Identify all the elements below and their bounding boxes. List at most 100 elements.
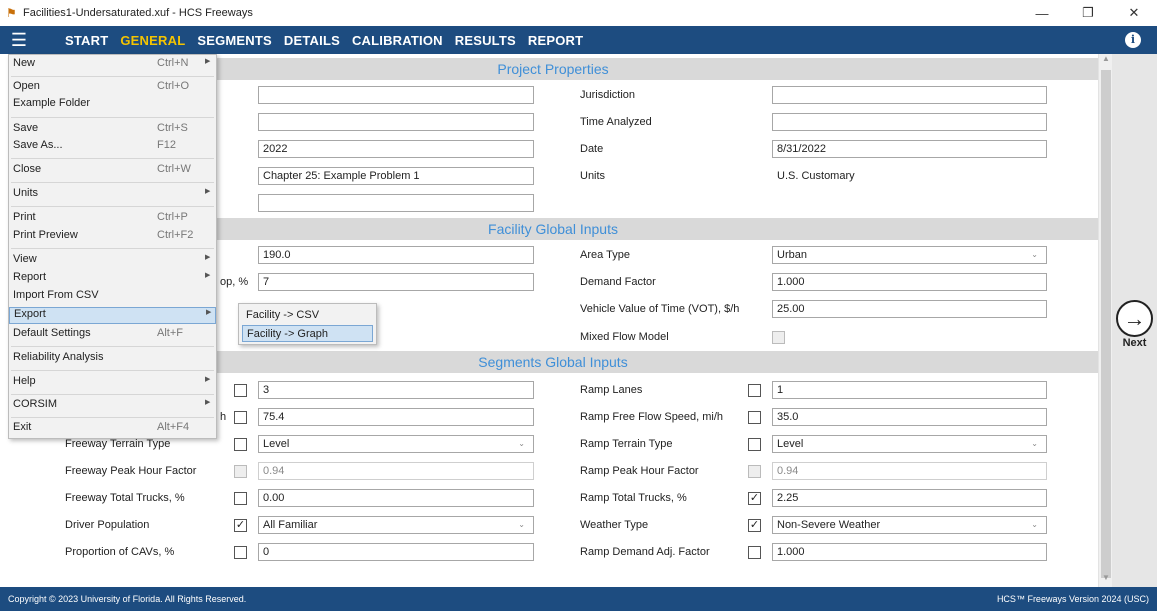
menu-item-save-as[interactable]: Save As... F12 [9,139,216,154]
freeway-phf-field[interactable]: 0.94 [258,462,534,480]
menu-item-corsim[interactable]: CORSIM ▶ [9,398,216,413]
next-label[interactable]: Next [1112,337,1157,349]
menu-item-export[interactable]: Export ▶ [9,307,216,324]
ramp-terrain-value: Level [777,438,804,450]
freeway-terrain-dropdown[interactable]: Level ⌄ [258,435,534,453]
driver-population-checkbox[interactable]: ✓ [234,519,247,532]
nav-start[interactable]: START [65,33,108,48]
menu-separator [11,206,214,207]
menu-item-import-csv[interactable]: Import From CSV [9,289,216,304]
cav-proportion-checkbox[interactable] [234,546,247,559]
next-arrow-icon[interactable]: → [1116,300,1153,337]
nav-calibration[interactable]: CALIBRATION [352,33,443,48]
ramp-phf-label: Ramp Peak Hour Factor [580,465,699,477]
menu-item-exit[interactable]: Exit Alt+F4 [9,421,216,436]
project-field-5[interactable] [258,194,534,212]
cav-proportion-field[interactable]: 0 [258,543,534,561]
menu-item-new[interactable]: New Ctrl+N ▶ [9,57,216,74]
facility-left-field-1[interactable]: 190.0 [258,246,534,264]
nav-results[interactable]: RESULTS [455,33,516,48]
hamburger-menu-icon[interactable]: ☰ [0,26,38,54]
ramp-demand-adj-field[interactable]: 1.000 [772,543,1047,561]
vot-field[interactable]: 25.00 [772,300,1047,318]
ramp-lanes-field[interactable]: 1 [772,381,1047,399]
scroll-down-icon[interactable]: ▼ [1099,573,1113,587]
export-facility-csv[interactable]: Facility -> CSV [242,307,373,324]
nav-details[interactable]: DETAILS [284,33,340,48]
menu-label: Default Settings [13,327,91,339]
ramp-terrain-checkbox[interactable] [748,438,761,451]
close-window-button[interactable]: ✕ [1111,0,1157,26]
menu-item-default-settings[interactable]: Default Settings Alt+F [9,327,216,342]
ramp-ffs-field[interactable]: 35.0 [772,408,1047,426]
menu-item-print[interactable]: Print Ctrl+P [9,211,216,226]
menu-item-reliability-analysis[interactable]: Reliability Analysis [9,351,216,366]
demand-factor-label: Demand Factor [580,276,656,288]
date-field[interactable]: 8/31/2022 [772,140,1047,158]
project-field-4[interactable]: Chapter 25: Example Problem 1 [258,167,534,185]
mixed-flow-checkbox[interactable] [772,331,785,344]
freeway-trucks-checkbox[interactable] [234,492,247,505]
freeway-lanes-field[interactable]: 3 [258,381,534,399]
project-field-1[interactable] [258,86,534,104]
project-field-2[interactable] [258,113,534,131]
nav-report[interactable]: REPORT [528,33,583,48]
info-icon[interactable]: i [1125,32,1141,48]
ramp-phf-checkbox[interactable] [748,465,761,478]
scroll-thumb[interactable] [1101,70,1111,578]
menu-label: Reliability Analysis [13,351,104,363]
time-analyzed-label: Time Analyzed [580,116,652,128]
menu-item-units[interactable]: Units ▶ [9,187,216,202]
freeway-ffs-field[interactable]: 75.4 [258,408,534,426]
nav-segments[interactable]: SEGMENTS [197,33,272,48]
driver-population-dropdown[interactable]: All Familiar ⌄ [258,516,534,534]
facility-left-field-2[interactable]: 7 [258,273,534,291]
menu-item-view[interactable]: View ▶ [9,253,216,268]
version-text: HCS™ Freeways Version 2024 (USC) [996,594,1149,604]
ramp-trucks-checkbox[interactable]: ✓ [748,492,761,505]
export-facility-graph[interactable]: Facility -> Graph [242,325,373,342]
menu-label: Save As... [13,139,63,151]
area-type-dropdown[interactable]: Urban ⌄ [772,246,1047,264]
menu-item-report[interactable]: Report ▶ [9,271,216,286]
ramp-terrain-dropdown[interactable]: Level ⌄ [772,435,1047,453]
menu-label: Import From CSV [13,289,99,301]
menu-shortcut: Alt+F4 [157,421,190,433]
ramp-lanes-checkbox[interactable] [748,384,761,397]
demand-factor-field[interactable]: 1.000 [772,273,1047,291]
menu-shortcut: Ctrl+W [157,163,191,175]
menu-item-print-preview[interactable]: Print Preview Ctrl+F2 [9,229,216,244]
freeway-ffs-checkbox[interactable] [234,411,247,424]
menu-shortcut: Ctrl+F2 [157,229,194,241]
submenu-arrow-icon: ▶ [205,254,211,261]
menu-separator [11,158,214,159]
freeway-terrain-checkbox[interactable] [234,438,247,451]
weather-type-dropdown[interactable]: Non-Severe Weather ⌄ [772,516,1047,534]
ramp-trucks-field[interactable]: 2.25 [772,489,1047,507]
menu-label: Exit [13,421,32,433]
time-analyzed-field[interactable] [772,113,1047,131]
weather-type-checkbox[interactable]: ✓ [748,519,761,532]
menu-item-save[interactable]: Save Ctrl+S [9,122,216,137]
jurisdiction-field[interactable] [772,86,1047,104]
freeway-lanes-checkbox[interactable] [234,384,247,397]
menu-item-close[interactable]: Close Ctrl+W [9,163,216,178]
scroll-up-icon[interactable]: ▲ [1099,54,1113,68]
freeway-phf-checkbox[interactable] [234,465,247,478]
restore-button[interactable]: ❐ [1065,0,1111,26]
project-field-3[interactable]: 2022 [258,140,534,158]
menu-item-help[interactable]: Help ▶ [9,375,216,390]
menu-item-example-folder[interactable]: Example Folder [9,97,216,112]
ramp-phf-field[interactable]: 0.94 [772,462,1047,480]
chevron-down-icon: ⌄ [1031,520,1038,529]
minimize-button[interactable]: — [1019,0,1065,26]
cav-proportion-label: Proportion of CAVs, % [65,546,175,558]
freeway-trucks-field[interactable]: 0.00 [258,489,534,507]
menu-label: Report [13,271,47,283]
ramp-ffs-checkbox[interactable] [748,411,761,424]
vertical-scrollbar[interactable]: ▲ ▼ [1098,54,1112,587]
menu-item-open[interactable]: Open Ctrl+O [9,80,216,95]
ramp-demand-adj-checkbox[interactable] [748,546,761,559]
menu-label: Print Preview [13,229,78,241]
nav-general[interactable]: GENERAL [120,33,185,48]
